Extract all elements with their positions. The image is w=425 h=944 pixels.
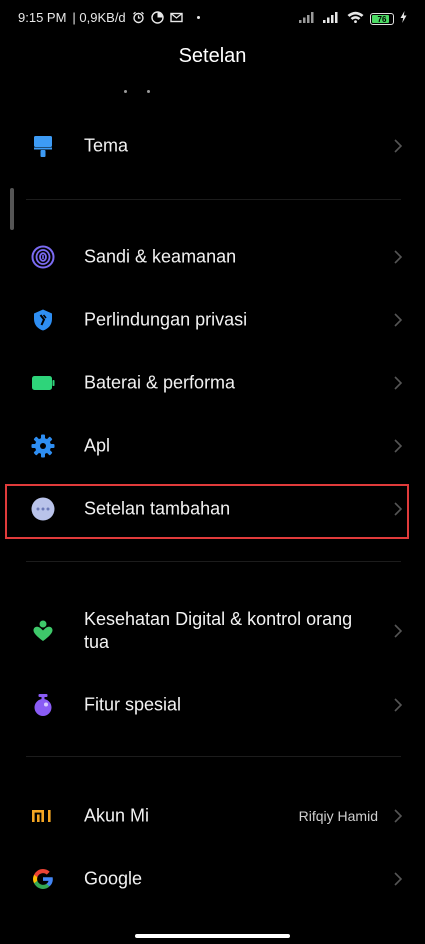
settings-item-baterai[interactable]: Baterai & performa [0, 352, 425, 414]
settings-item-label: Sandi & keamanan [84, 246, 237, 267]
battery-icon: 76 [370, 13, 394, 25]
charging-icon [400, 10, 407, 28]
settings-item-apl[interactable]: Apl [0, 415, 425, 477]
account-name: Rifqiy Hamid [298, 808, 378, 824]
battery-percent: 76 [377, 14, 387, 24]
settings-item-label: Baterai & performa [84, 372, 236, 393]
signal-icon-2 [323, 10, 341, 28]
status-right: 76 [299, 10, 407, 28]
settings-item-sandi[interactable]: Sandi & keamanan [0, 226, 425, 288]
settings-item-fitur[interactable]: Fitur spesial [0, 674, 425, 736]
dot-icon [196, 16, 200, 19]
settings-item-label: Google [84, 868, 143, 889]
status-bar: 9:15 PM | 0,9KB/d 76 [0, 0, 425, 38]
settings-item-label: Fitur spesial [84, 694, 182, 715]
settings-item-privasi[interactable]: Perlindungan privasi [0, 289, 425, 351]
status-time: 9:15 PM [18, 10, 67, 25]
chevron-right-icon [393, 871, 403, 887]
alarm-icon [132, 11, 145, 24]
mail-icon [169, 11, 183, 24]
pie-icon [150, 11, 164, 24]
chevron-right-icon [393, 312, 403, 328]
fingerprint-icon [31, 245, 55, 269]
divider [26, 199, 401, 200]
home-indicator[interactable] [135, 934, 290, 938]
header: Setelan [0, 45, 425, 68]
mi-logo-icon [31, 804, 55, 828]
settings-item-tema[interactable]: Tema [0, 115, 425, 177]
status-left: 9:15 PM | 0,9KB/d [18, 10, 200, 25]
settings-item-label: Kesehatan Digital & kontrol orang tua [84, 609, 353, 652]
brush-icon [31, 134, 55, 158]
chevron-right-icon [393, 438, 403, 454]
battery-performance-icon [31, 371, 55, 395]
signal-icon [299, 10, 317, 28]
special-feature-icon [31, 693, 55, 717]
settings-item-label: Apl [84, 435, 111, 456]
divider [26, 561, 401, 562]
wifi-icon [347, 10, 364, 28]
settings-item-label: Tema [84, 135, 129, 156]
settings-item-label: Akun Mi [84, 805, 150, 826]
chevron-right-icon [393, 623, 403, 639]
shield-icon [31, 308, 55, 332]
gear-icon [31, 434, 55, 458]
google-icon [31, 867, 55, 891]
settings-item-label: Perlindungan privasi [84, 309, 248, 330]
network-speed: | 0,9KB/d [72, 10, 126, 25]
settings-item-google[interactable]: Google [0, 848, 425, 910]
settings-item-akun-mi[interactable]: Akun Mi Rifqiy Hamid [0, 785, 425, 847]
settings-item-kesehatan[interactable]: Kesehatan Digital & kontrol orang tua [0, 599, 425, 663]
chevron-right-icon [393, 375, 403, 391]
divider [26, 756, 401, 757]
highlight-box [5, 484, 409, 539]
chevron-right-icon [393, 138, 403, 154]
chevron-right-icon [393, 808, 403, 824]
wellbeing-icon [31, 619, 55, 643]
scroll-fade-dots [0, 90, 425, 96]
chevron-right-icon [393, 697, 403, 713]
page-title: Setelan [178, 45, 247, 67]
chevron-right-icon [393, 249, 403, 265]
scrollbar[interactable] [10, 188, 14, 230]
